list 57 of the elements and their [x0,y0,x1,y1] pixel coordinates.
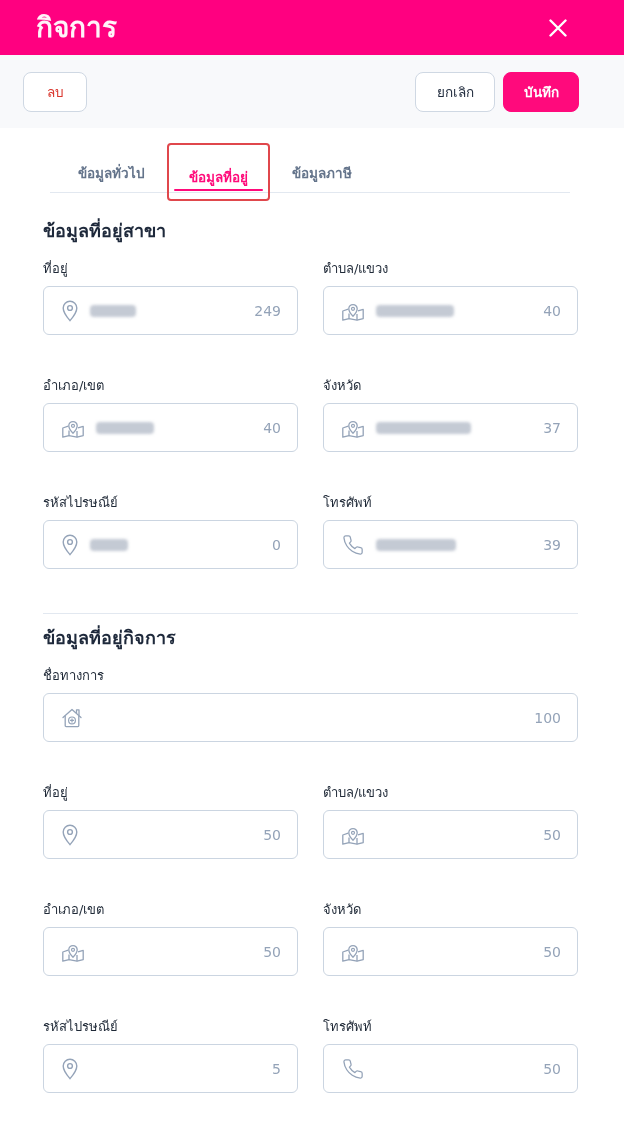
text-field[interactable]: 40 [43,403,298,452]
text-field[interactable]: 50 [43,927,298,976]
character-count: 50 [543,943,561,960]
text-field[interactable]: 50 [323,927,578,976]
field-label: จังหวัด [323,901,361,919]
tab[interactable]: ข้อมูลที่อยู่ [167,143,270,201]
close-icon [549,18,567,37]
cancel-button[interactable]: ยกเลิก [415,71,495,112]
character-count: 50 [263,826,281,843]
character-count: 5 [272,1060,281,1077]
text-field[interactable]: 100 [43,693,578,742]
tab[interactable]: ข้อมูลภาษี [270,143,374,192]
dialog-title: กิจการ [36,9,117,46]
field-label: รหัสไปรษณีย์ [43,1018,118,1036]
character-count: 100 [534,709,561,726]
field-label: ตำบล/แขวง [323,784,389,802]
text-field[interactable]: 5 [43,1044,298,1093]
field-label: จังหวัด [323,377,361,395]
character-count: 50 [263,943,281,960]
location-pin-icon [62,1057,78,1080]
field-label: ที่อยู่ [43,784,68,802]
close-button[interactable] [549,18,567,37]
location-pin-icon [62,299,78,322]
character-count: 0 [272,536,281,553]
field-label: รหัสไปรษณีย์ [43,494,118,512]
text-field[interactable]: 50 [323,1044,578,1093]
phone-icon [342,1057,364,1080]
character-count: 50 [543,826,561,843]
text-field[interactable]: 249 [43,286,298,335]
tab[interactable]: ข้อมูลทั่วไป [56,143,167,192]
text-field[interactable]: 37 [323,403,578,452]
field-label: โทรศัพท์ [323,494,372,512]
phone-icon [342,533,364,556]
save-button[interactable]: บันทึก [503,71,579,112]
text-field[interactable]: 0 [43,520,298,569]
field-label: อำเภอ/เขต [43,901,105,919]
text-field[interactable]: 50 [43,810,298,859]
location-pin-icon [62,823,78,846]
delete-button[interactable]: ลบ [23,71,87,112]
character-count: 40 [263,419,281,436]
character-count: 50 [543,1060,561,1077]
text-field[interactable]: 40 [323,286,578,335]
field-label: ชื่อทางการ [43,667,104,685]
field-label: โทรศัพท์ [323,1018,372,1036]
text-field[interactable]: 39 [323,520,578,569]
section-title: ข้อมูลที่อยู่สาขา [43,218,167,244]
text-field[interactable]: 50 [323,810,578,859]
field-label: ตำบล/แขวง [323,260,389,278]
house-plus-icon [62,707,82,728]
character-count: 37 [543,419,561,436]
field-label: ที่อยู่ [43,260,68,278]
field-label: อำเภอ/เขต [43,377,105,395]
character-count: 249 [254,302,281,319]
location-pin-icon [62,533,78,556]
character-count: 39 [543,536,561,553]
character-count: 40 [543,302,561,319]
section-title: ข้อมูลที่อยู่กิจการ [43,625,177,651]
